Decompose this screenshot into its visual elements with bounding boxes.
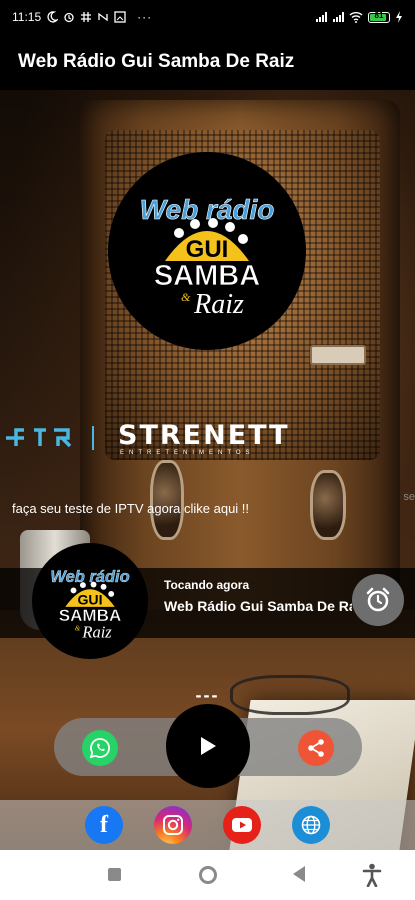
mini-logo-line4: Raiz (81, 623, 112, 642)
mini-logo-line2: GUI (77, 592, 102, 608)
station-logo: Web rádio GUI SAMBA & Raiz (108, 152, 306, 350)
now-playing-logo-artwork: Web rádio GUI SAMBA & Raiz (50, 568, 130, 642)
app-title: Web Rádio Gui Samba De Raiz (18, 51, 295, 72)
instagram-icon (163, 815, 183, 835)
content-area: Web rádio GUI SAMBA & Raiz STRENETT ENTR… (0, 90, 415, 850)
share-icon (308, 739, 324, 757)
share-button[interactable] (298, 730, 334, 766)
mini-logo-amp: & (75, 624, 81, 632)
status-bar: 11:15 ··· 81 (0, 0, 415, 34)
facebook-button[interactable]: f (85, 806, 123, 844)
status-left: 11:15 ··· (12, 10, 152, 24)
play-button[interactable] (166, 704, 250, 788)
wifi-icon (349, 12, 363, 23)
website-icon (301, 815, 321, 835)
app-bar: Web Rádio Gui Samba De Raiz (0, 34, 415, 90)
status-right: 81 (315, 11, 403, 23)
alarm-clock-icon (366, 587, 390, 612)
home-icon[interactable] (199, 866, 217, 884)
marquee-ticker-continuation: se (403, 491, 415, 503)
sponsor-subtitle: ENTRETENIMENTOS (120, 450, 255, 456)
now-playing-artwork: Web rádio GUI SAMBA & Raiz (32, 543, 148, 659)
social-links-bar (0, 800, 415, 850)
instagram-button[interactable] (154, 806, 192, 844)
sponsor-banner[interactable]: STRENETT ENTRETENIMENTOS (0, 416, 415, 460)
gallery-icon (114, 11, 126, 23)
banner-divider (92, 426, 94, 450)
radio-buttons (310, 345, 366, 365)
play-icon (201, 737, 216, 755)
battery-icon: 81 (368, 10, 390, 23)
radio-knob (310, 470, 346, 540)
youtube-icon (232, 818, 252, 832)
marquee-ticker[interactable]: faça seu teste de IPTV agora clike aqui … (12, 501, 249, 516)
logo-line3: SAMBA (154, 260, 260, 292)
sponsor-brand: STRENETT (118, 420, 290, 451)
station-logo-artwork: Web rádio GUI SAMBA & Raiz (139, 194, 275, 320)
mini-logo-line1: Web rádio (50, 568, 129, 586)
website-button[interactable] (292, 806, 330, 844)
clock: 11:15 (12, 10, 42, 24)
logo-line1: Web rádio (140, 194, 275, 225)
moon-icon (47, 11, 59, 23)
logo-line2: GUI (186, 236, 229, 263)
logo-amp: & (181, 290, 191, 304)
accessibility-icon[interactable] (362, 863, 382, 887)
hashtag-icon (81, 12, 92, 22)
whatsapp-icon (89, 738, 110, 759)
battery-percent: 81 (374, 10, 384, 20)
alarm-icon (64, 12, 74, 23)
more-dots-icon: ··· (137, 10, 153, 24)
youtube-button[interactable] (223, 806, 261, 844)
charging-icon (396, 11, 402, 23)
recents-icon[interactable] (108, 868, 121, 881)
signal-icon (316, 12, 327, 22)
sponsor-mark-icon (6, 428, 72, 448)
signal-icon (333, 12, 344, 22)
logo-line4: Raiz (193, 289, 244, 320)
whatsapp-button[interactable] (82, 730, 118, 766)
back-icon[interactable] (293, 866, 305, 882)
now-playing-label: Tocando agora (164, 578, 250, 592)
time-display: --- (195, 685, 220, 705)
radio-knob (150, 460, 184, 540)
now-playing-title: Web Rádio Gui Samba De Raiz (164, 598, 352, 614)
alarm-button[interactable] (352, 574, 404, 626)
nfc-icon (98, 12, 108, 22)
facebook-icon: f (100, 811, 108, 838)
